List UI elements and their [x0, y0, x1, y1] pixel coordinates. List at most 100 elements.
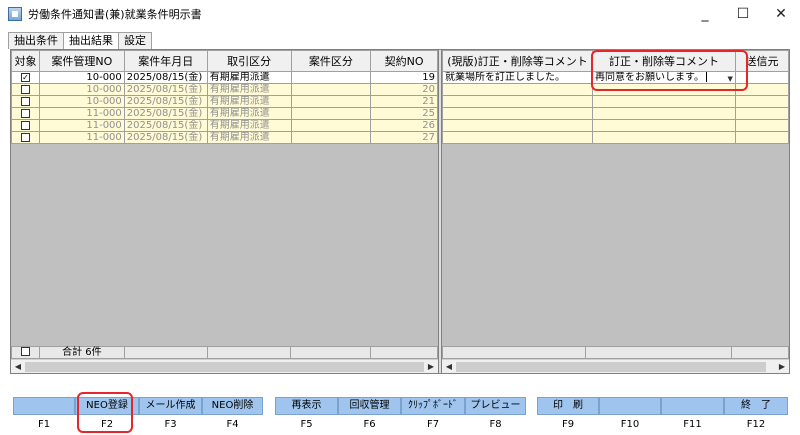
cell-case-type[interactable]	[290, 119, 372, 132]
cell-contract-no[interactable]: 19	[370, 71, 438, 84]
cell-contract-no[interactable]: 26	[370, 119, 438, 132]
row-checkbox-cell[interactable]	[11, 95, 40, 108]
cell-comment[interactable]	[591, 107, 736, 120]
cell-date[interactable]: 2025/08/15(金)	[123, 71, 208, 84]
cell-current-comment[interactable]	[442, 83, 593, 96]
row-checkbox[interactable]	[20, 84, 30, 94]
row-checkbox[interactable]	[20, 120, 30, 130]
tab-settings[interactable]: 設定	[118, 32, 152, 49]
cell-trade-type[interactable]: 有期雇用派遣	[206, 95, 292, 108]
cell-date[interactable]: 2025/08/15(金)	[123, 107, 208, 120]
tab-extract-results[interactable]: 抽出結果	[63, 32, 119, 50]
header-target[interactable]: 対象	[11, 50, 40, 72]
select-all-checkbox[interactable]	[20, 347, 30, 357]
cell-mgmt-no[interactable]: 10-000	[38, 95, 125, 108]
table-row[interactable]	[442, 95, 789, 108]
row-checkbox-cell[interactable]: ✓	[11, 71, 40, 84]
fkey-button-f5[interactable]: 再表示	[275, 397, 338, 415]
row-checkbox[interactable]: ✓	[20, 72, 30, 82]
cell-current-comment[interactable]: 就業場所を訂正しました。	[442, 71, 593, 84]
row-checkbox-cell[interactable]	[11, 119, 40, 132]
cell-current-comment[interactable]	[442, 107, 593, 120]
cell-contract-no[interactable]: 27	[370, 131, 438, 144]
cell-sender[interactable]	[734, 131, 789, 144]
fkey-button-f9[interactable]: 印 刷	[537, 397, 599, 415]
cell-comment[interactable]	[591, 95, 736, 108]
table-row[interactable]: 11-000 2025/08/15(金) 有期雇用派遣 25	[11, 107, 438, 120]
header-current-comment[interactable]: (現版)訂正・削除等コメント	[442, 50, 593, 72]
row-checkbox[interactable]	[20, 132, 30, 142]
row-checkbox[interactable]	[20, 108, 30, 118]
header-case-type[interactable]: 案件区分	[290, 50, 372, 72]
cell-contract-no[interactable]: 20	[370, 83, 438, 96]
scroll-right-icon[interactable]: ▶	[424, 360, 438, 373]
cell-case-type[interactable]	[290, 107, 372, 120]
cell-current-comment[interactable]	[442, 131, 593, 144]
cell-current-comment[interactable]	[442, 119, 593, 132]
maximize-button[interactable]: ☐	[724, 0, 762, 28]
fkey-button-f12[interactable]: 終 了	[724, 397, 788, 415]
left-grid: 対象 案件管理NO 案件年月日 取引区分 案件区分 契約NO ✓ 10-000 20…	[11, 50, 438, 373]
cell-case-type[interactable]	[290, 71, 372, 84]
cell-comment[interactable]	[591, 119, 736, 132]
scroll-left-icon[interactable]: ◀	[11, 360, 25, 373]
header-case-mgmt-no[interactable]: 案件管理NO	[38, 50, 125, 72]
cell-mgmt-no[interactable]: 10-000	[38, 83, 125, 96]
row-checkbox-cell[interactable]	[11, 107, 40, 120]
header-contract-no[interactable]: 契約NO	[370, 50, 438, 72]
cell-mgmt-no[interactable]: 10-000	[38, 71, 125, 84]
fkey-button-f1[interactable]	[13, 397, 75, 415]
fkey-button-f3[interactable]: メール作成	[139, 397, 202, 415]
cell-mgmt-no[interactable]: 11-000	[38, 119, 125, 132]
scroll-right-icon[interactable]: ▶	[775, 360, 789, 373]
cell-trade-type[interactable]: 有期雇用派遣	[206, 71, 292, 84]
cell-contract-no[interactable]: 21	[370, 95, 438, 108]
cell-trade-type[interactable]: 有期雇用派遣	[206, 83, 292, 96]
fkey-button-f7[interactable]: ｸﾘｯﾌﾟﾎﾞｰﾄﾞ	[401, 397, 465, 415]
right-horizontal-scrollbar[interactable]: ◀ ▶	[442, 359, 789, 373]
fkey-button-f11[interactable]	[661, 397, 724, 415]
cell-trade-type[interactable]: 有期雇用派遣	[206, 119, 292, 132]
table-row[interactable]: 10-000 2025/08/15(金) 有期雇用派遣 21	[11, 95, 438, 108]
cell-sender[interactable]	[734, 107, 789, 120]
table-row[interactable]	[442, 107, 789, 120]
tab-extract-conditions[interactable]: 抽出条件	[8, 32, 64, 49]
cell-current-comment[interactable]	[442, 95, 593, 108]
minimize-button[interactable]: _	[686, 0, 724, 28]
cell-trade-type[interactable]: 有期雇用派遣	[206, 131, 292, 144]
cell-sender[interactable]	[734, 119, 789, 132]
cell-trade-type[interactable]: 有期雇用派遣	[206, 107, 292, 120]
row-checkbox[interactable]	[20, 96, 30, 106]
cell-sender[interactable]	[734, 95, 789, 108]
table-row[interactable]: 11-000 2025/08/15(金) 有期雇用派遣 26	[11, 119, 438, 132]
cell-case-type[interactable]	[290, 83, 372, 96]
cell-contract-no[interactable]: 25	[370, 107, 438, 120]
fkey-button-f4[interactable]: NEO削除	[202, 397, 263, 415]
table-row[interactable]	[442, 119, 789, 132]
cell-date[interactable]: 2025/08/15(金)	[123, 83, 208, 96]
scroll-thumb[interactable]	[456, 362, 766, 372]
cell-date[interactable]: 2025/08/15(金)	[123, 95, 208, 108]
header-trade-type[interactable]: 取引区分	[206, 50, 292, 72]
header-case-date[interactable]: 案件年月日	[123, 50, 208, 72]
fkey-button-f10[interactable]	[599, 397, 661, 415]
row-checkbox-cell[interactable]	[11, 131, 40, 144]
table-row[interactable]: 11-000 2025/08/15(金) 有期雇用派遣 27	[11, 131, 438, 144]
cell-comment[interactable]	[591, 131, 736, 144]
cell-mgmt-no[interactable]: 11-000	[38, 131, 125, 144]
scroll-thumb[interactable]	[25, 362, 424, 372]
left-horizontal-scrollbar[interactable]: ◀ ▶	[11, 359, 438, 373]
row-checkbox-cell[interactable]	[11, 83, 40, 96]
table-row[interactable]: 10-000 2025/08/15(金) 有期雇用派遣 20	[11, 83, 438, 96]
scroll-left-icon[interactable]: ◀	[442, 360, 456, 373]
table-row[interactable]: ✓ 10-000 2025/08/15(金) 有期雇用派遣 19	[11, 71, 438, 84]
cell-case-type[interactable]	[290, 131, 372, 144]
fkey-button-f8[interactable]: プレビュー	[465, 397, 526, 415]
cell-mgmt-no[interactable]: 11-000	[38, 107, 125, 120]
fkey-button-f6[interactable]: 回収管理	[338, 397, 401, 415]
cell-date[interactable]: 2025/08/15(金)	[123, 119, 208, 132]
cell-date[interactable]: 2025/08/15(金)	[123, 131, 208, 144]
close-button[interactable]: ✕	[762, 0, 800, 28]
table-row[interactable]	[442, 131, 789, 144]
cell-case-type[interactable]	[290, 95, 372, 108]
